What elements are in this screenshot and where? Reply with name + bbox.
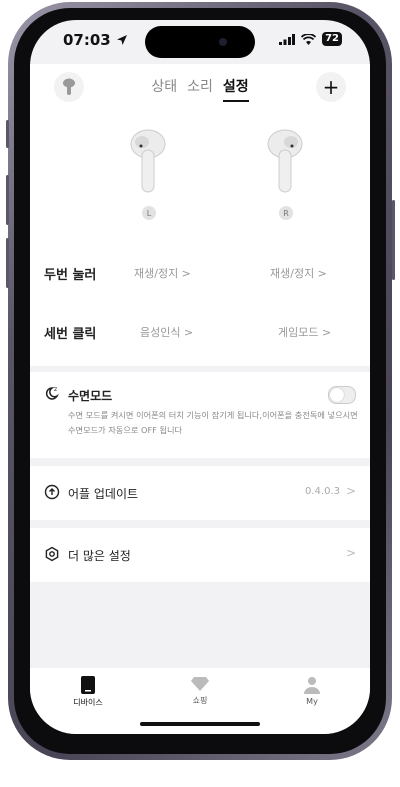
signal-icon bbox=[279, 33, 296, 45]
location-arrow-icon bbox=[116, 35, 127, 45]
home-indicator bbox=[140, 722, 260, 726]
gesture-card: 두번 눌러 재생/정지 > 재생/정지 > 세번 클릭 음성인식 > 게임모드 … bbox=[30, 244, 370, 366]
gear-icon bbox=[45, 546, 59, 562]
app-version: 0.4.0.3 bbox=[305, 486, 340, 497]
right-label: R bbox=[279, 206, 293, 220]
double-tap-left-value[interactable]: 재생/정지 > bbox=[134, 265, 191, 281]
chevron-right-icon: > bbox=[345, 546, 356, 560]
screen: 07:03 72 상태 소리 설정 + L R 두번 눌러 재생/정지 > 재생… bbox=[30, 20, 370, 734]
add-button[interactable]: + bbox=[316, 72, 346, 102]
sleep-mode-label: 수면모드 bbox=[68, 389, 113, 403]
power-button bbox=[392, 200, 395, 280]
tab-status[interactable]: 상태 bbox=[151, 76, 177, 102]
nav-device[interactable]: 디바이스 bbox=[58, 676, 118, 708]
earbuds-card: L R bbox=[30, 114, 370, 244]
dynamic-island bbox=[145, 26, 255, 58]
tab-sound[interactable]: 소리 bbox=[187, 76, 213, 102]
shopping-icon bbox=[191, 677, 209, 691]
triple-tap-left-value[interactable]: 음성인식 > bbox=[140, 324, 193, 340]
nav-device-label: 디바이스 bbox=[73, 698, 103, 707]
more-settings-label: 더 많은 설정 bbox=[68, 549, 131, 563]
volume-up-button bbox=[6, 175, 9, 225]
sleep-mode-description: 수면 모드를 켜시면 이어폰의 터치 기능이 잠기게 됩니다,이어폰을 충전독에… bbox=[68, 410, 358, 435]
nav-shopping-label: 쇼핑 bbox=[192, 696, 208, 705]
volume-down-button bbox=[6, 238, 9, 288]
left-earbud-image bbox=[130, 129, 166, 193]
more-settings-row[interactable]: 더 많은 설정 > bbox=[30, 528, 370, 582]
plus-icon: + bbox=[322, 75, 340, 99]
person-icon bbox=[304, 677, 320, 694]
nav-my-label: My bbox=[306, 697, 318, 706]
wifi-icon bbox=[301, 33, 317, 45]
double-tap-label: 두번 눌러 bbox=[44, 268, 97, 283]
chevron-right-icon: > bbox=[345, 484, 356, 498]
app-update-label: 어플 업데이트 bbox=[68, 487, 139, 501]
nav-shopping[interactable]: 쇼핑 bbox=[170, 676, 230, 706]
status-icons: 72 bbox=[279, 32, 342, 46]
tab-settings[interactable]: 설정 bbox=[222, 76, 249, 102]
triple-tap-right-value[interactable]: 게임모드 > bbox=[278, 324, 331, 340]
nav-my[interactable]: My bbox=[282, 676, 342, 706]
mute-switch bbox=[6, 120, 9, 148]
triple-tap-label: 세번 클릭 bbox=[44, 327, 97, 342]
moon-icon: z bbox=[45, 386, 59, 400]
header: 상태 소리 설정 + bbox=[30, 64, 370, 114]
right-earbud-image bbox=[267, 129, 303, 193]
update-icon bbox=[44, 484, 60, 500]
battery-indicator: 72 bbox=[322, 32, 342, 46]
status-time: 07:03 bbox=[63, 31, 128, 49]
svg-text:z: z bbox=[54, 386, 57, 393]
sleep-mode-toggle[interactable] bbox=[328, 386, 356, 404]
sleep-mode-card: z 수면모드 수면 모드를 켜시면 이어폰의 터치 기능이 잠기게 됩니다,이어… bbox=[30, 372, 370, 458]
double-tap-right-value[interactable]: 재생/정지 > bbox=[270, 265, 327, 281]
device-icon bbox=[81, 676, 95, 694]
left-label: L bbox=[142, 206, 156, 220]
app-update-row[interactable]: 어플 업데이트 0.4.0.3 > bbox=[30, 466, 370, 520]
